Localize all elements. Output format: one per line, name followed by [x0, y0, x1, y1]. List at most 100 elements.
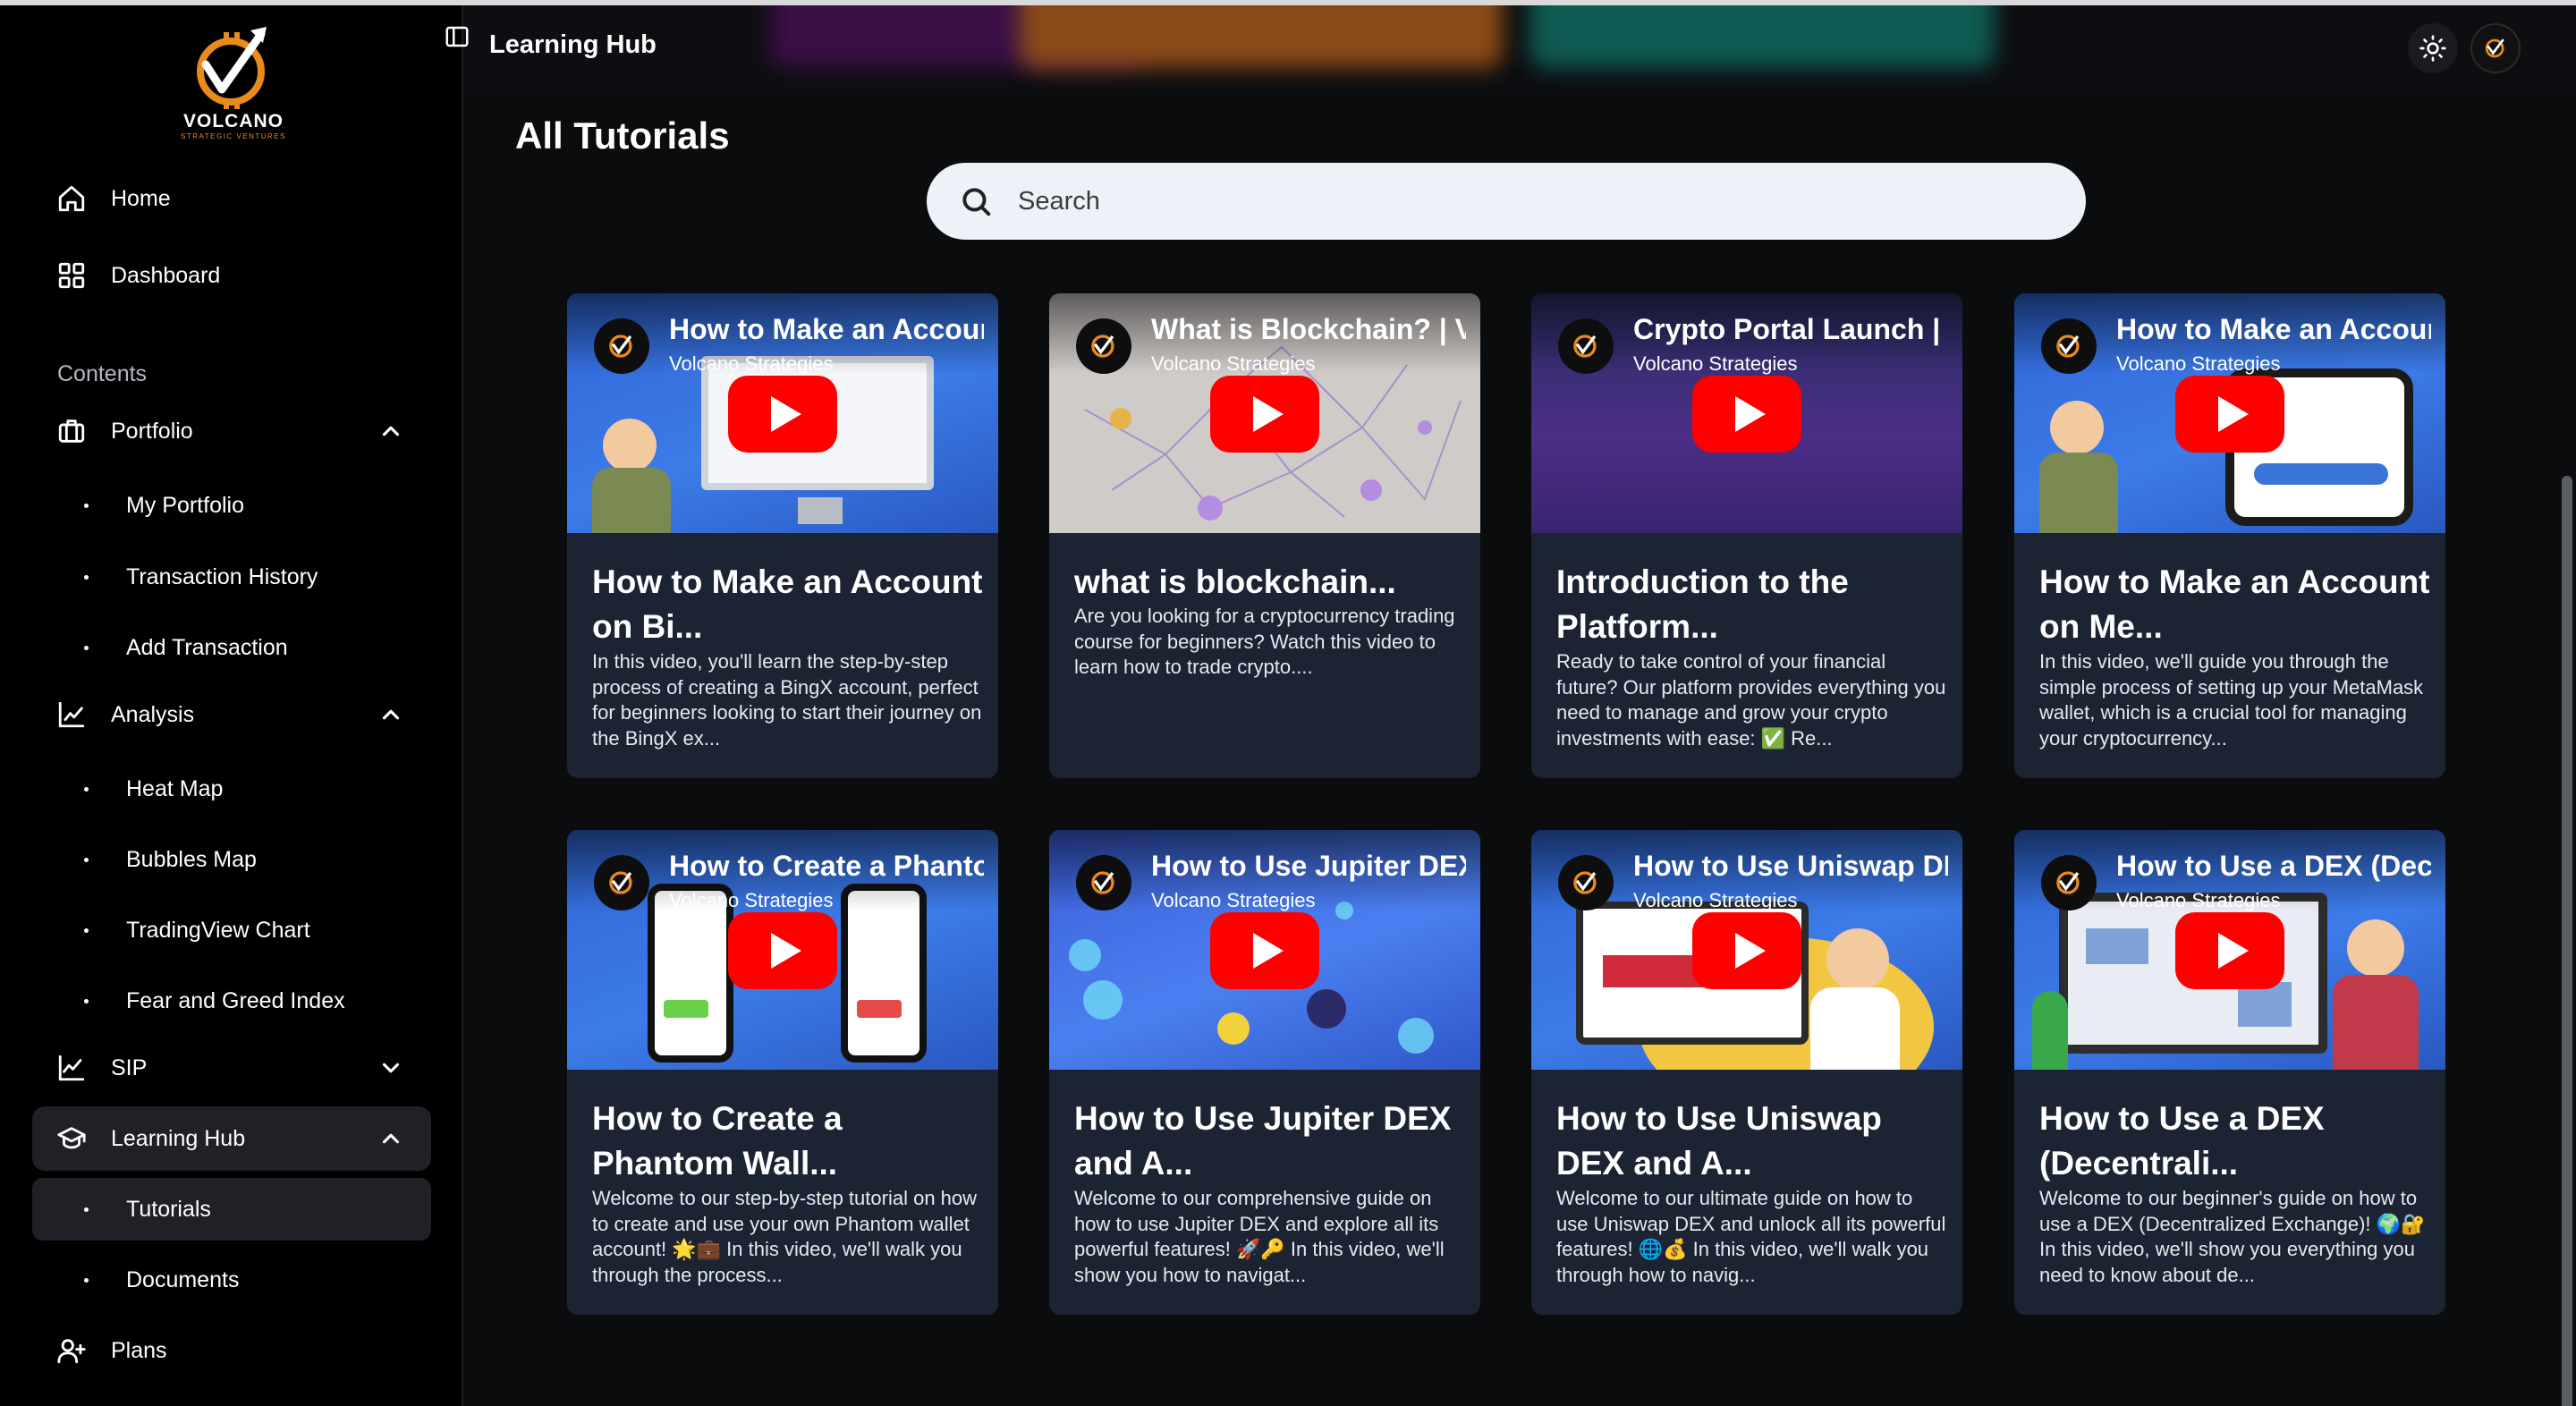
card-title: what is blockchain...: [1074, 563, 1396, 600]
search-icon: [962, 188, 991, 216]
sidebar-item-label: Tutorials: [126, 1196, 211, 1222]
sidebar-item-dashboard[interactable]: Dashboard: [32, 243, 431, 308]
play-button[interactable]: [1210, 912, 1319, 989]
tutorial-card[interactable]: How to Use a DEX (Dece Volcano Strategie…: [2014, 830, 2445, 1315]
video-channel: Volcano Strategies: [1151, 352, 1316, 375]
play-button[interactable]: [1692, 376, 1801, 453]
sidebar-item-heat-map[interactable]: Heat Map: [32, 758, 431, 820]
card-description: Welcome to our beginner's guide on how t…: [2039, 1187, 2426, 1286]
video-thumbnail[interactable]: How to Make an Accour Volcano Strategies: [2014, 293, 2445, 533]
video-channel: Volcano Strategies: [2116, 352, 2281, 375]
channel-logo-icon: [1558, 318, 1614, 374]
scrollbar-track[interactable]: [2555, 95, 2576, 1406]
tutorial-card[interactable]: How to Make an Accoun Volcano Strategies…: [567, 293, 998, 778]
sidebar-group-sip[interactable]: SIP: [32, 1036, 431, 1100]
page-title: All Tutorials: [515, 114, 730, 157]
video-thumbnail[interactable]: How to Use a DEX (Dece Volcano Strategie…: [2014, 830, 2445, 1070]
play-button[interactable]: [2175, 376, 2284, 453]
sidebar-item-home[interactable]: Home: [32, 166, 431, 231]
video-title: How to Use a DEX (Dece: [2116, 850, 2431, 882]
tutorial-card[interactable]: How to Make an Accour Volcano Strategies…: [2014, 293, 2445, 778]
tutorial-card[interactable]: What is Blockchain? | Vo Volcano Strateg…: [1049, 293, 1480, 778]
sidebar-item-label: Fear and Greed Index: [126, 987, 345, 1013]
sidebar-item-label: SIP: [111, 1054, 148, 1080]
channel-logo-icon: [594, 855, 649, 911]
card-description: Welcome to our comprehensive guide on ho…: [1074, 1187, 1445, 1286]
video-thumbnail[interactable]: Crypto Portal Launch | V Volcano Strateg…: [1531, 293, 1962, 533]
tutorial-card[interactable]: How to Create a Phanto Volcano Strategie…: [567, 830, 998, 1315]
search-input[interactable]: [1018, 186, 2002, 216]
tutorial-card[interactable]: How to Use Jupiter DEX Volcano Strategie…: [1049, 830, 1480, 1315]
card-title: How to Use Jupiter DEX and A...: [1074, 1100, 1452, 1182]
video-thumbnail[interactable]: How to Use Jupiter DEX Volcano Strategie…: [1049, 830, 1480, 1070]
video-channel: Volcano Strategies: [669, 352, 834, 375]
sidebar-group-learning-hub[interactable]: Learning Hub: [32, 1106, 431, 1171]
user-avatar[interactable]: [2470, 23, 2521, 73]
chart-icon: [55, 699, 88, 731]
card-title: How to Make an Account on Me...: [2039, 563, 2430, 645]
sidebar-item-add-transaction[interactable]: Add Transaction: [32, 616, 431, 679]
sidebar-item-documents[interactable]: Documents: [32, 1249, 431, 1311]
sidebar-item-fear-and-greed-index[interactable]: Fear and Greed Index: [32, 970, 431, 1032]
play-button[interactable]: [1210, 376, 1319, 453]
sidebar-item-tutorials[interactable]: Tutorials: [32, 1178, 431, 1241]
sidebar-item-transaction-history[interactable]: Transaction History: [32, 546, 431, 608]
briefcase-icon: [55, 415, 88, 447]
video-channel: Volcano Strategies: [1633, 889, 1798, 911]
channel-logo-icon: [1558, 855, 1614, 911]
sidebar-item-bubbles-map[interactable]: Bubbles Map: [32, 828, 431, 891]
window-top-strip: [0, 0, 2576, 5]
volcano-logo-icon: [197, 27, 267, 109]
video-thumbnail[interactable]: How to Make an Accoun Volcano Strategies: [567, 293, 998, 533]
sidebar-item-label: Portfolio: [111, 418, 193, 444]
bullet-icon: [84, 998, 89, 1004]
video-thumbnail[interactable]: How to Use Uniswap DE Volcano Strategies: [1531, 830, 1962, 1070]
brand-logo[interactable]: VOLCANO STRATEGIC VENTURES: [175, 18, 292, 143]
bullet-icon: [84, 1277, 89, 1283]
sidebar-item-label: Bubbles Map: [126, 846, 257, 872]
play-button[interactable]: [728, 376, 837, 453]
sidebar-item-my-portfolio[interactable]: My Portfolio: [32, 474, 431, 537]
card-title: How to Use Uniswap DEX and A...: [1556, 1100, 1882, 1182]
graduation-cap-icon: [55, 1122, 88, 1155]
card-title: Introduction to the Platform...: [1556, 563, 1849, 645]
header-blur-decoration: [1530, 5, 1995, 68]
bullet-icon: [84, 645, 89, 650]
play-button[interactable]: [2175, 912, 2284, 989]
chevron-up-icon: [377, 701, 404, 728]
video-title: How to Use Jupiter DEX: [1151, 850, 1466, 882]
sidebar-group-portfolio[interactable]: Portfolio: [32, 399, 431, 463]
top-header: [465, 5, 2576, 95]
bullet-icon: [84, 1207, 89, 1212]
play-button[interactable]: [728, 912, 837, 989]
sidebar-item-label: Learning Hub: [111, 1125, 246, 1151]
chevron-up-icon: [377, 1125, 404, 1152]
sidebar-toggle-button[interactable]: [444, 23, 483, 63]
chevron-up-icon: [377, 418, 404, 445]
card-description: Ready to take control of your financial …: [1556, 650, 1946, 750]
tutorial-card[interactable]: Crypto Portal Launch | V Volcano Strateg…: [1531, 293, 1962, 778]
sidebar-group-analysis[interactable]: Analysis: [32, 682, 431, 747]
search-bar[interactable]: [927, 163, 2086, 240]
theme-toggle-button[interactable]: [2408, 23, 2458, 73]
chevron-down-icon: [377, 1054, 404, 1081]
header-title: Learning Hub: [489, 30, 657, 59]
bullet-icon: [84, 857, 89, 862]
sidebar-item-label: Plans: [111, 1337, 167, 1363]
video-title: How to Create a Phanto: [669, 850, 984, 882]
sidebar-item-tradingview-chart[interactable]: TradingView Chart: [32, 899, 431, 961]
user-plus-icon: [55, 1334, 88, 1367]
channel-logo-icon: [2041, 855, 2097, 911]
scrollbar-thumb[interactable]: [2562, 476, 2572, 1406]
bullet-icon: [84, 574, 89, 580]
sidebar-item-label: Documents: [126, 1266, 240, 1292]
play-button[interactable]: [1692, 912, 1801, 989]
sidebar-item-plans[interactable]: Plans: [32, 1318, 431, 1383]
card-title: How to Create a Phantom Wall...: [592, 1100, 843, 1182]
line-chart-icon: [55, 1052, 88, 1084]
video-thumbnail[interactable]: How to Create a Phanto Volcano Strategie…: [567, 830, 998, 1070]
tutorial-card[interactable]: How to Use Uniswap DE Volcano Strategies…: [1531, 830, 1962, 1315]
video-title: How to Make an Accour: [2116, 313, 2431, 345]
card-description: Are you looking for a cryptocurrency tra…: [1074, 605, 1455, 678]
video-thumbnail[interactable]: What is Blockchain? | Vo Volcano Strateg…: [1049, 293, 1480, 533]
